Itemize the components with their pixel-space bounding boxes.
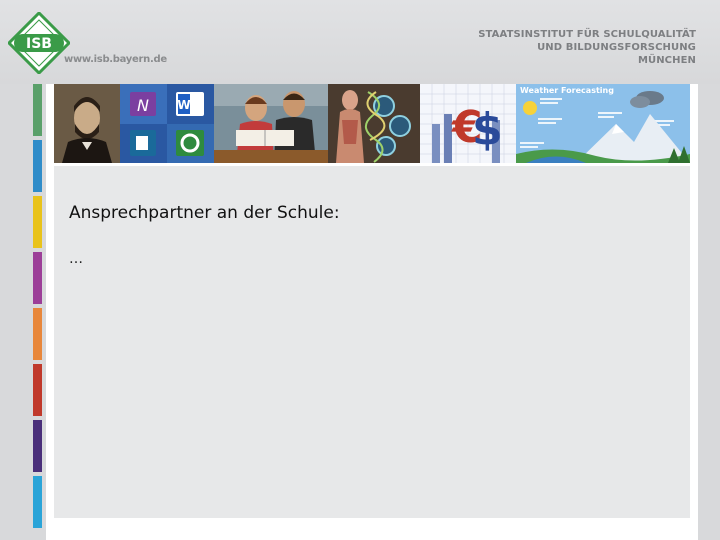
svg-text:W: W — [177, 98, 190, 112]
portrait-image — [54, 84, 120, 163]
institute-line: STAATSINSTITUT FÜR SCHULQUALITÄT — [478, 29, 696, 40]
stripe — [33, 308, 42, 360]
economics-image: € $ — [420, 84, 516, 163]
office-icons-image: N W — [120, 84, 214, 163]
stripe — [33, 364, 42, 416]
slide-heading: Ansprechpartner an der Schule: — [69, 203, 340, 223]
slide-content: Ansprechpartner an der Schule: … — [54, 166, 690, 518]
site-url: www.isb.bayern.de — [64, 54, 167, 65]
banner-images: N W € $ Weather Forecasting — [54, 84, 690, 163]
svg-text:N: N — [137, 96, 149, 115]
svg-text:Weather Forecasting: Weather Forecasting — [520, 86, 614, 95]
students-image — [214, 84, 328, 163]
institute-name: STAATSINSTITUT FÜR SCHULQUALITÄT UND BIL… — [478, 28, 696, 67]
stripe — [33, 252, 42, 304]
svg-text:ISB: ISB — [26, 36, 52, 52]
stripe — [33, 196, 42, 248]
institute-line: MÜNCHEN — [637, 55, 696, 66]
stripe — [33, 140, 42, 192]
slide-body-text: … — [69, 251, 83, 267]
institute-line: UND BILDUNGSFORSCHUNG — [537, 42, 696, 53]
stripe — [33, 476, 42, 528]
header-bar: ISB www.isb.bayern.de STAATSINSTITUT FÜR… — [0, 0, 720, 84]
stripe — [33, 84, 42, 136]
color-stripes — [33, 84, 42, 532]
weather-image: Weather Forecasting — [516, 84, 690, 163]
svg-text:$: $ — [472, 104, 503, 155]
isb-logo: ISB — [8, 12, 70, 74]
stripe — [33, 420, 42, 472]
biology-image — [328, 84, 420, 163]
